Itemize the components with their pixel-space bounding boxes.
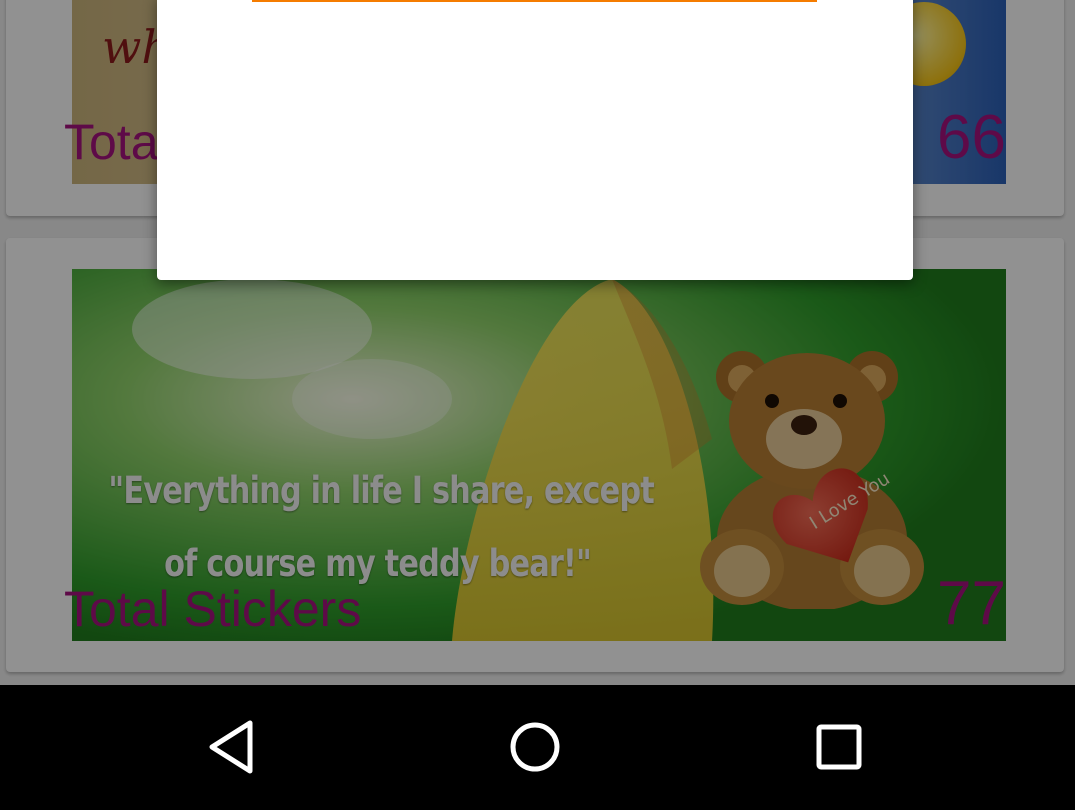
dialog-progress-bar: [252, 0, 817, 2]
progress-dialog: [157, 0, 913, 280]
home-icon[interactable]: [503, 715, 567, 779]
app-screen: wh Total 66 I Love You "Everything in li…: [0, 0, 1075, 810]
recent-apps-icon[interactable]: [807, 715, 871, 779]
back-icon[interactable]: [202, 715, 266, 779]
system-navigation-bar: [0, 685, 1075, 810]
